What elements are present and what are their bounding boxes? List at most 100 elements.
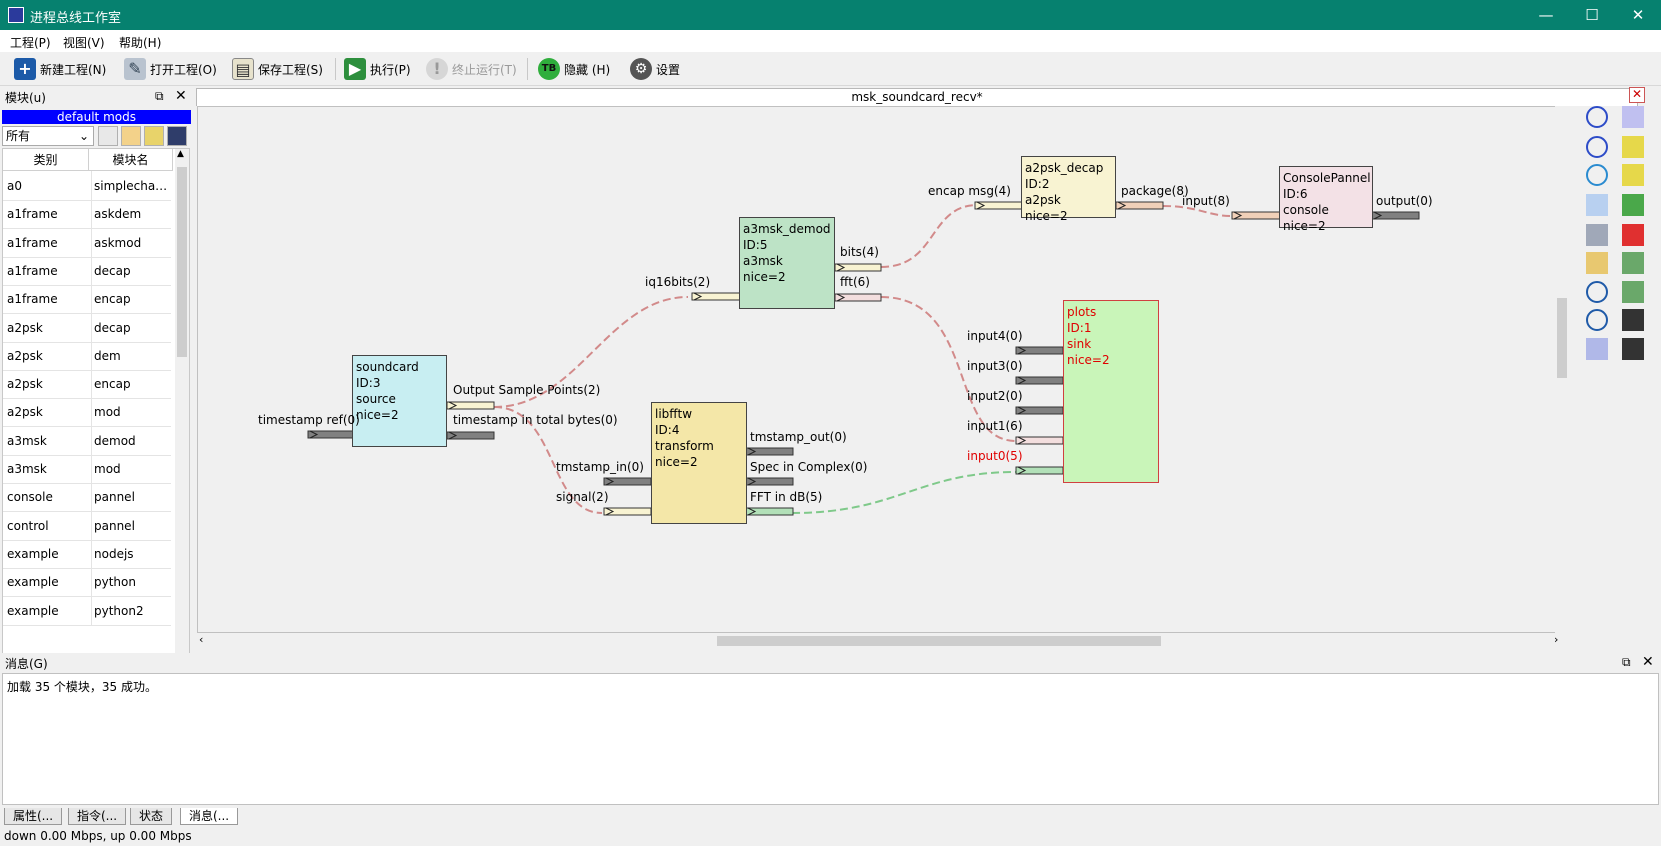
node-plots[interactable]: plots ID:1 sink nice=2 <box>1063 300 1159 483</box>
delete-link-icon[interactable] <box>1622 106 1644 128</box>
open-project-button[interactable]: ✎ 打开工程(O) <box>124 56 217 82</box>
table-row[interactable]: a1frame encap <box>3 284 171 315</box>
delete-icon[interactable] <box>1622 224 1644 246</box>
settings-button[interactable]: ⚙ 设置 <box>630 56 680 82</box>
column-header-module-name[interactable]: 模块名 <box>89 149 173 171</box>
import-icon[interactable] <box>1622 338 1644 360</box>
tab-messages[interactable]: 消息(... <box>180 808 239 825</box>
table-row[interactable]: a2psk encap <box>3 369 171 400</box>
module-properties-icon[interactable] <box>1586 338 1608 360</box>
node-a3msk-demod[interactable]: a3msk_demod ID:5 a3msk nice=2 <box>739 217 835 309</box>
move-up-icon[interactable] <box>1622 136 1644 158</box>
table-row[interactable]: example python <box>3 567 171 598</box>
port-bar[interactable] <box>603 477 652 486</box>
vertical-scrollbar[interactable]: ▲ ▼ <box>175 149 189 733</box>
zoom-in-icon[interactable] <box>1586 106 1608 128</box>
port-bar[interactable] <box>1015 406 1064 415</box>
maximize-button[interactable]: ☐ <box>1569 0 1615 30</box>
port-bar[interactable] <box>745 507 794 516</box>
table-row[interactable]: a2psk dem <box>3 340 171 371</box>
move-down-icon[interactable] <box>1622 164 1644 186</box>
menu-view[interactable]: 视图(V) <box>63 34 105 51</box>
module-group-item[interactable]: default mods <box>2 110 191 124</box>
port-bar[interactable] <box>446 401 495 410</box>
port-bar[interactable] <box>974 201 1023 210</box>
table-row[interactable]: control pannel <box>3 510 171 541</box>
stamp-button[interactable] <box>121 126 141 146</box>
copy-icon[interactable] <box>1586 194 1608 216</box>
port-bar[interactable] <box>307 430 355 439</box>
graph-canvas[interactable]: soundcard ID:3 source nice=2 a3msk_demod… <box>197 106 1569 633</box>
tab-commands[interactable]: 指令(... <box>68 808 127 825</box>
node-libfftw[interactable]: libfftw ID:4 transform nice=2 <box>651 402 747 524</box>
table-row[interactable]: a0 simplechan... <box>3 171 171 201</box>
stop-button[interactable]: ! 终止运行(T) <box>426 56 517 82</box>
column-header-category[interactable]: 类别 <box>3 149 89 171</box>
scroll-up-icon[interactable]: ▲ <box>177 149 184 159</box>
close-icon[interactable]: ✕ <box>1642 654 1654 674</box>
port-bar[interactable] <box>1115 201 1164 210</box>
float-icon[interactable]: ⧉ <box>1622 655 1631 675</box>
save-module-button[interactable] <box>167 126 187 146</box>
float-icon[interactable]: ⧉ <box>155 89 164 109</box>
canvas-vertical-scrollbar[interactable] <box>1555 106 1569 633</box>
undo-icon[interactable] <box>1586 281 1608 303</box>
scroll-thumb[interactable] <box>1557 298 1567 378</box>
menu-help[interactable]: 帮助(H) <box>119 34 161 51</box>
edit-module-button[interactable] <box>98 126 118 146</box>
node-soundcard[interactable]: soundcard ID:3 source nice=2 <box>352 355 447 447</box>
canvas-horizontal-scrollbar[interactable]: ‹ › <box>197 633 1569 648</box>
port-bar[interactable] <box>1231 211 1281 220</box>
port-bar[interactable] <box>745 477 794 486</box>
unlink-nodes-icon[interactable] <box>1622 281 1644 303</box>
port-bar[interactable] <box>834 263 882 272</box>
minimize-button[interactable]: — <box>1523 0 1569 30</box>
port-bar[interactable] <box>1371 211 1420 220</box>
messages-text-area[interactable]: 加载 35 个模块，35 成功。 <box>2 673 1659 805</box>
port-bar[interactable] <box>745 447 794 456</box>
table-row[interactable]: a1frame decap <box>3 255 171 286</box>
table-row[interactable]: a3msk demod <box>3 425 171 456</box>
close-button[interactable]: ✕ <box>1615 0 1661 30</box>
cut-icon[interactable] <box>1586 224 1608 246</box>
scroll-thumb[interactable] <box>177 167 187 357</box>
table-row[interactable]: a2psk mod <box>3 397 171 428</box>
node-console-pannel[interactable]: ConsolePannel ID:6 console nice=2 <box>1279 166 1373 233</box>
port-bar[interactable] <box>1015 436 1064 445</box>
paste-icon[interactable] <box>1586 252 1608 274</box>
scroll-left-icon[interactable]: ‹ <box>199 633 203 646</box>
save-project-button[interactable]: ▤ 保存工程(S) <box>232 56 323 82</box>
export-icon[interactable] <box>1622 309 1644 331</box>
run-button[interactable]: ▶ 执行(P) <box>344 56 411 82</box>
new-project-button[interactable]: + 新建工程(N) <box>14 56 106 82</box>
node-a2psk-decap[interactable]: a2psk_decap ID:2 a2psk nice=2 <box>1021 156 1116 223</box>
zoom-fit-icon[interactable] <box>1586 164 1608 186</box>
align-icon[interactable] <box>1622 194 1644 216</box>
port-bar[interactable] <box>603 507 652 516</box>
close-tab-icon[interactable]: ✕ <box>1629 87 1645 103</box>
link-nodes-icon[interactable] <box>1622 252 1644 274</box>
table-row[interactable]: console pannel <box>3 482 171 513</box>
tab-properties[interactable]: 属性(... <box>4 808 63 825</box>
table-row[interactable]: a3msk mod <box>3 454 171 484</box>
zoom-out-icon[interactable] <box>1586 136 1608 158</box>
scroll-thumb[interactable] <box>717 636 1161 646</box>
port-bar[interactable] <box>691 292 741 301</box>
port-bar[interactable] <box>1015 376 1064 385</box>
tab-status[interactable]: 状态 <box>130 808 173 825</box>
port-bar[interactable] <box>446 431 495 440</box>
close-icon[interactable]: ✕ <box>175 88 187 108</box>
port-bar[interactable] <box>1015 346 1064 355</box>
redo-icon[interactable] <box>1586 309 1608 331</box>
table-row[interactable]: a1frame askdem <box>3 199 171 230</box>
category-filter-select[interactable]: 所有 ⌄ <box>2 126 94 146</box>
table-row[interactable]: example python2 <box>3 595 171 626</box>
port-bar[interactable] <box>834 293 882 302</box>
table-row[interactable]: a2psk decap <box>3 312 171 343</box>
scroll-right-icon[interactable]: › <box>1554 633 1558 646</box>
tab-msk-soundcard-recv[interactable]: msk_soundcard_recv* <box>196 88 1638 106</box>
table-row[interactable]: a1frame askmod <box>3 227 171 258</box>
table-row[interactable]: example nodejs <box>3 538 171 569</box>
menu-project[interactable]: 工程(P) <box>10 34 51 51</box>
open-folder-button[interactable] <box>144 126 164 146</box>
